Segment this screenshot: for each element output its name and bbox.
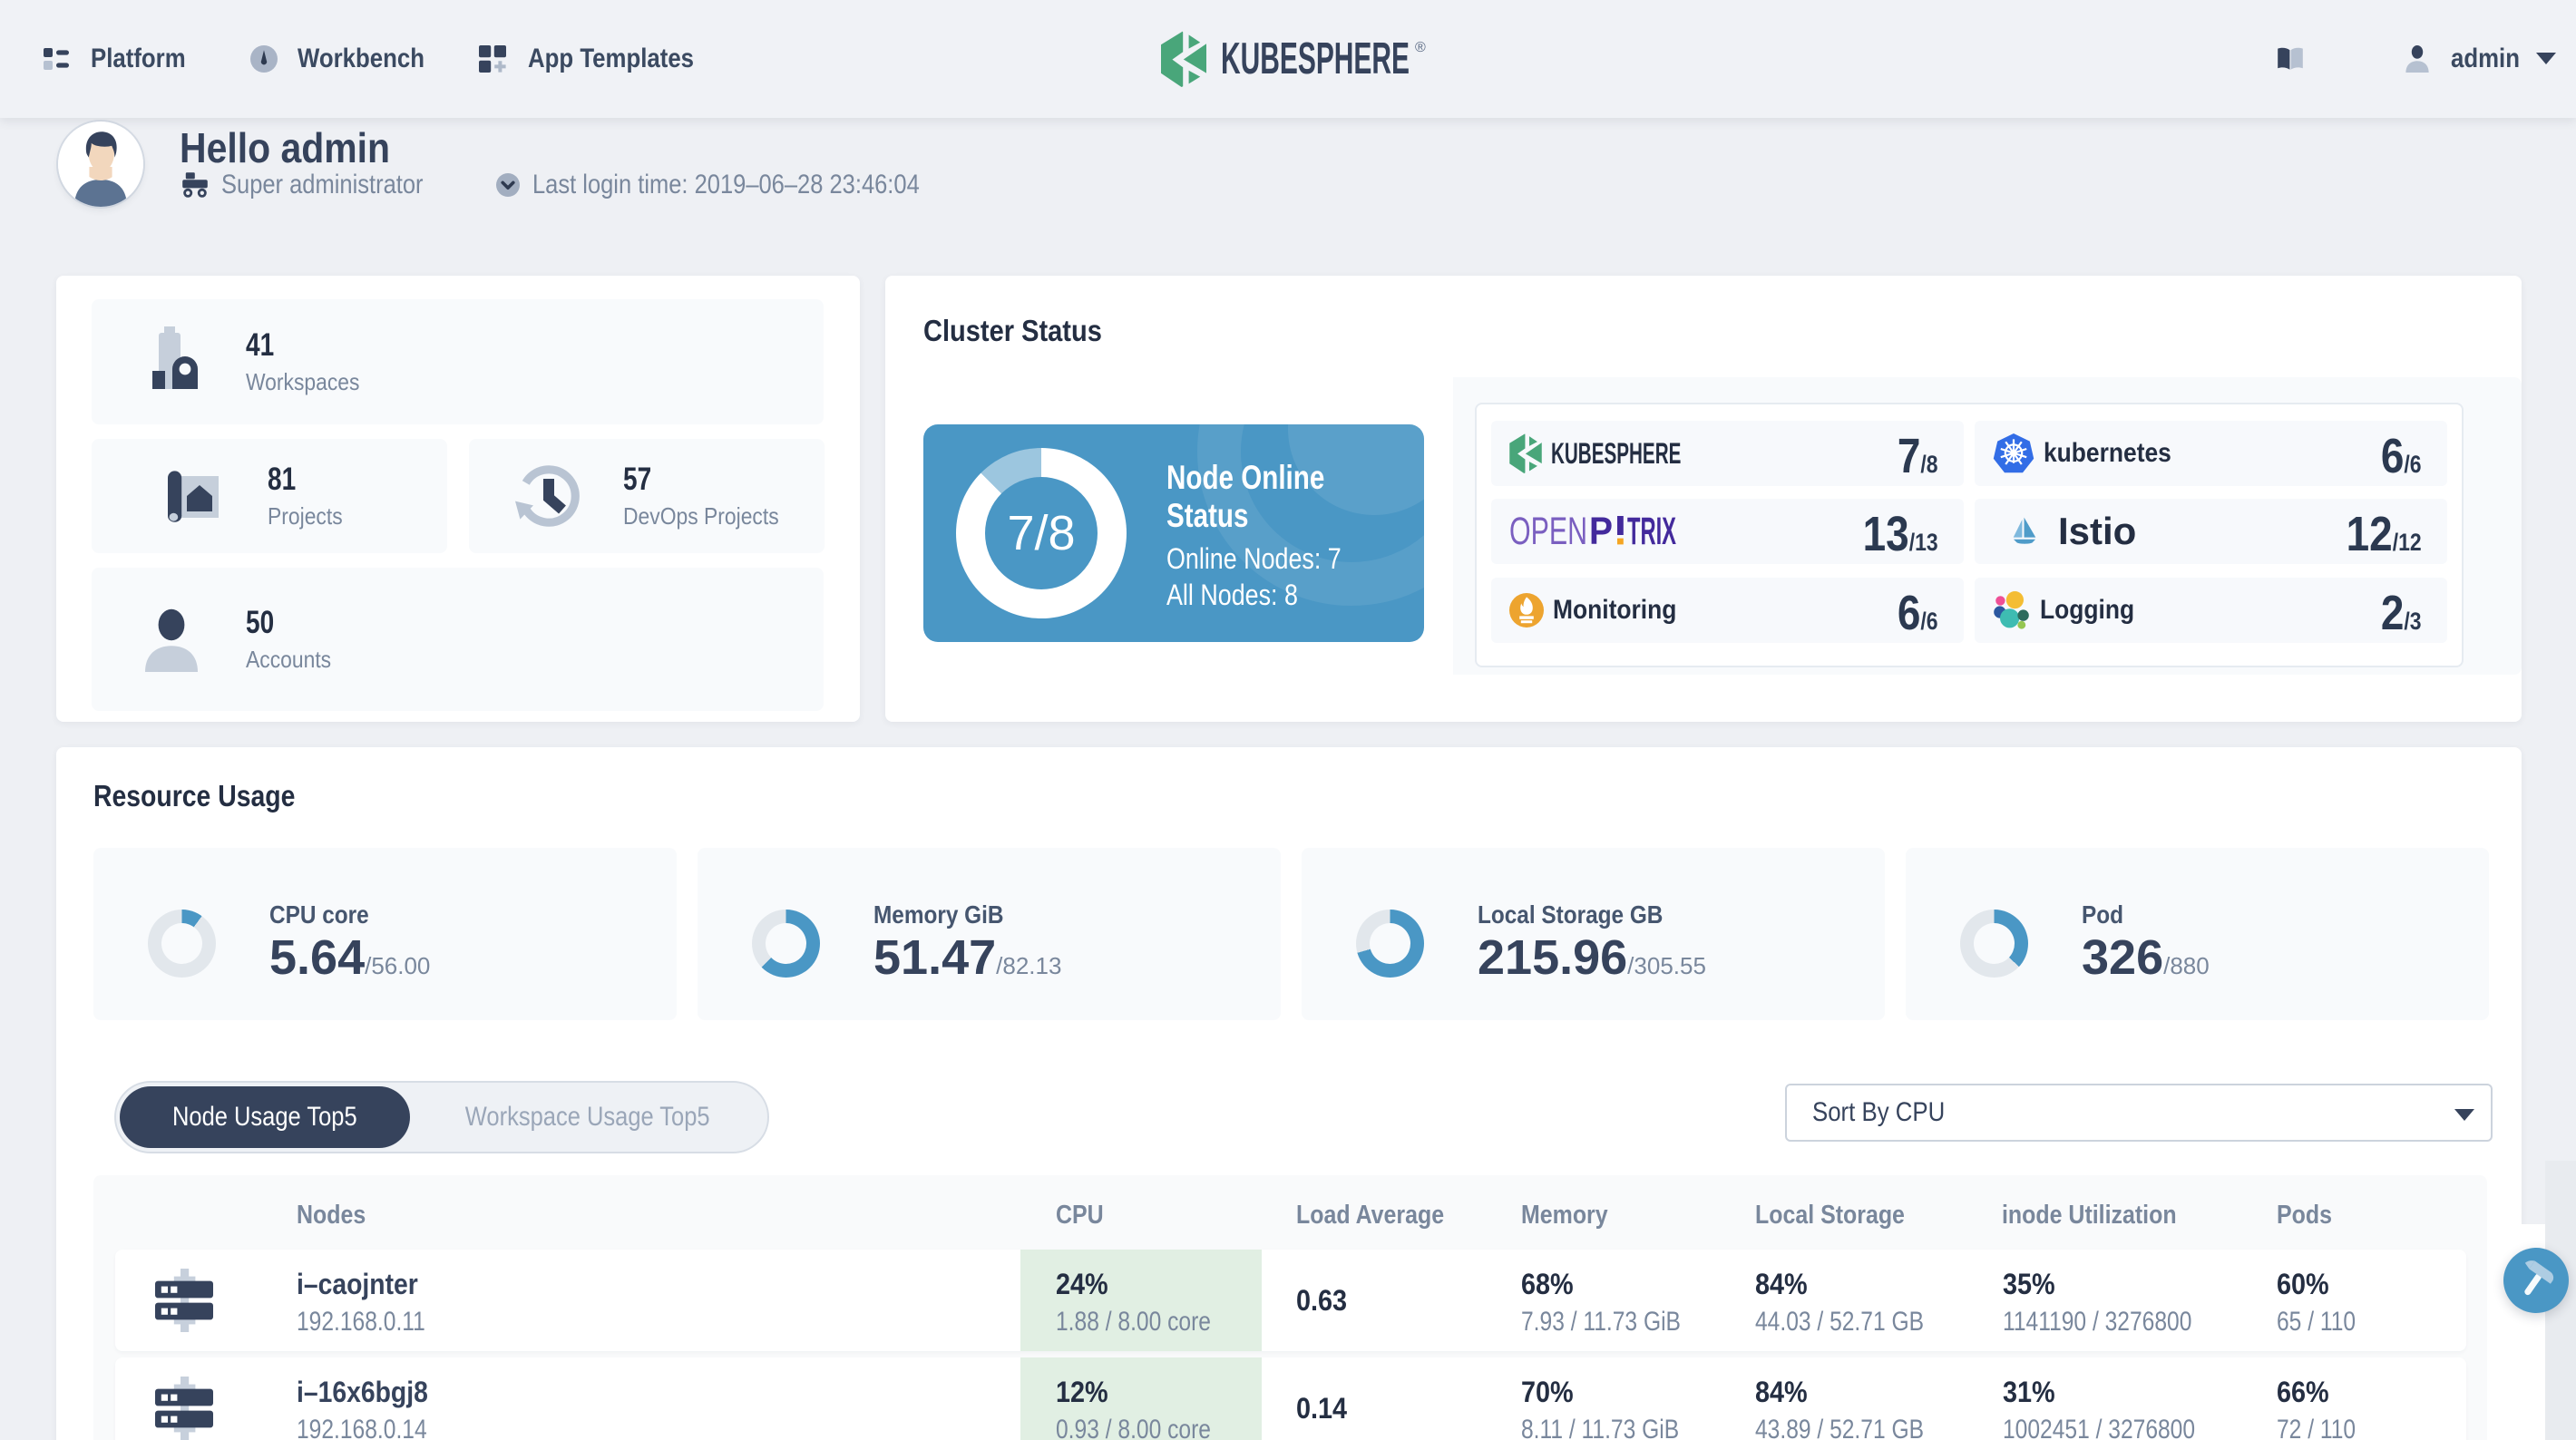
svg-text:P: P — [1589, 510, 1613, 553]
svg-text:KUBESPHERE: KUBESPHERE — [1221, 35, 1410, 83]
svg-text:®: ® — [1415, 40, 1426, 55]
svg-text:OPEN: OPEN — [1509, 510, 1587, 553]
svg-text:TRIX: TRIX — [1627, 510, 1676, 553]
